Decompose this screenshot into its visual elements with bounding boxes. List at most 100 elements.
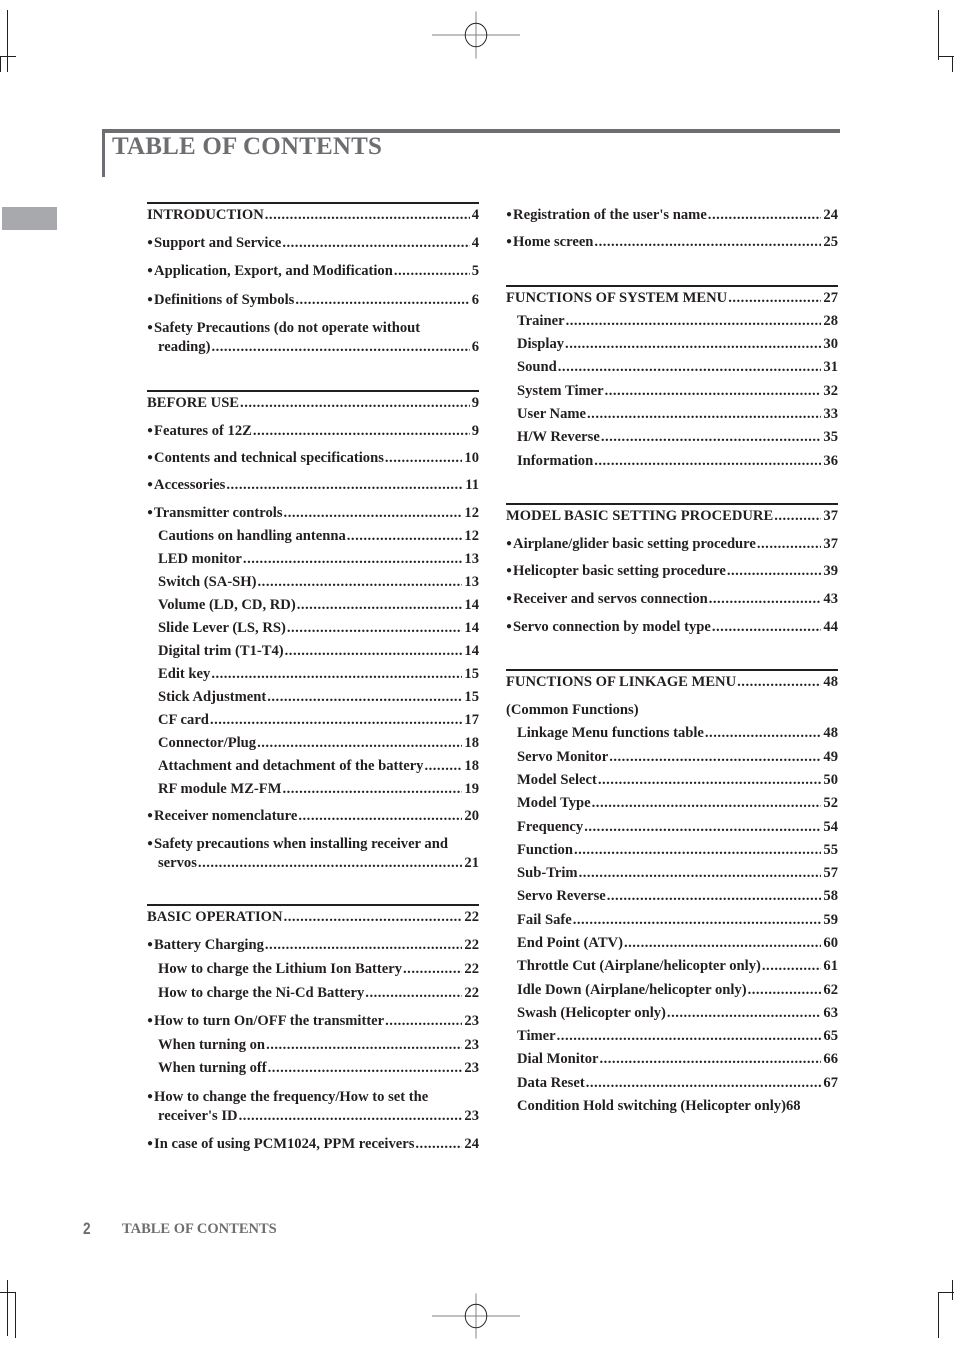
toc-section-heading[interactable]: FUNCTIONS OF SYSTEM MENU 27	[506, 285, 838, 308]
dot-leader	[592, 793, 822, 813]
toc-entry-sub[interactable]: Trainer 28	[506, 311, 838, 331]
toc-entry-sub[interactable]: H/W Reverse 35	[506, 427, 838, 447]
toc-entry-sub[interactable]: Throttle Cut (Airplane/helicopter only) 6…	[506, 956, 838, 976]
toc-entry-sub[interactable]: Model Type 52	[506, 793, 838, 813]
toc-entry-bullet[interactable]: Contents and technical specifications 10	[147, 448, 479, 468]
entry-label: FUNCTIONS OF SYSTEM MENU	[506, 290, 728, 306]
toc-entry-sub[interactable]: Condition Hold switching (Helicopter onl…	[506, 1096, 838, 1116]
toc-entry-bullet[interactable]: Receiver nomenclature 20	[147, 806, 479, 826]
toc-entry-sub[interactable]: Display 30	[506, 334, 838, 354]
toc-entry-sub[interactable]: Sub-Trim 57	[506, 863, 838, 883]
toc-entry-sub[interactable]: Connector/Plug 18	[147, 733, 479, 753]
dot-leader	[253, 421, 470, 441]
toc-entry-sub[interactable]: Attachment and detachment of the battery…	[147, 756, 479, 776]
entry-label: Condition Hold switching (Helicopter onl…	[517, 1098, 786, 1114]
toc-entry-sub[interactable]: System Timer 32	[506, 381, 838, 401]
entry-page-number: 10	[464, 450, 479, 466]
entry-label: Information	[517, 453, 594, 469]
entry-page-number: 31	[823, 359, 838, 375]
entry-label: Trainer	[517, 313, 565, 329]
toc-entry-sub[interactable]: Timer 65	[506, 1026, 838, 1046]
toc-entry-bullet[interactable]: Battery Charging 22	[147, 935, 479, 955]
toc-entry-sub[interactable]: Sound 31	[506, 357, 838, 377]
entry-label: FUNCTIONS OF LINKAGE MENU	[506, 674, 737, 690]
toc-entry-bullet[interactable]: Support and Service 4	[147, 233, 479, 253]
entry-label: Definitions of Symbols	[147, 290, 294, 310]
toc-entry-sub[interactable]: Function 55	[506, 840, 838, 860]
entry-page-number: 21	[464, 855, 479, 871]
toc-entry-bullet[interactable]: Helicopter basic setting procedure 39	[506, 561, 838, 581]
dot-leader	[712, 617, 822, 637]
entry-page-number: 14	[464, 643, 479, 659]
toc-entry-sub[interactable]: Volume (LD, CD, RD) 14	[147, 595, 479, 615]
toc-section-heading[interactable]: FUNCTIONS OF LINKAGE MENU 48	[506, 669, 838, 692]
entry-page-number: 37	[823, 536, 838, 552]
toc-entry-sub[interactable]: Idle Down (Airplane/helicopter only) 62	[506, 980, 838, 1000]
toc-entry-sub[interactable]: RF module MZ-FM 19	[147, 779, 479, 799]
toc-entry-bullet[interactable]: Safety precautions when installing recei…	[147, 834, 479, 873]
toc-entry-bullet[interactable]: Home screen 25	[506, 232, 838, 252]
dot-leader	[424, 756, 462, 776]
toc-entry-sub[interactable]: CF card 17	[147, 710, 479, 730]
toc-entry-sub[interactable]: Servo Monitor 49	[506, 747, 838, 767]
entry-page-number: 18	[464, 735, 479, 751]
entry-page-number: 18	[464, 758, 479, 774]
toc-entry-sub[interactable]: Digital trim (T1-T4) 14	[147, 641, 479, 661]
entry-label: Servo Monitor	[517, 749, 609, 765]
toc-entry-bullet[interactable]: In case of using PCM1024, PPM receivers 2…	[147, 1134, 479, 1154]
dot-leader	[624, 933, 821, 953]
toc-entry-sub[interactable]: Model Select 50	[506, 770, 838, 790]
toc-entry-bullet[interactable]: Safety Precautions (do not operate witho…	[147, 318, 479, 357]
toc-entry-bullet[interactable]: Receiver and servos connection 43	[506, 589, 838, 609]
entry-label: Transmitter controls	[147, 503, 283, 523]
entry-label: Slide Lever (LS, RS)	[158, 620, 286, 636]
toc-entry-bullet[interactable]: Registration of the user's name 24	[506, 205, 838, 225]
toc-entry-sub[interactable]: Frequency 54	[506, 817, 838, 837]
toc-entry-sub[interactable]: Data Reset 67	[506, 1073, 838, 1093]
toc-entry-sub[interactable]: How to charge the Lithium Ion Battery 22	[147, 959, 479, 979]
toc-entry-sub[interactable]: User Name 33	[506, 404, 838, 424]
dot-leader	[566, 311, 822, 331]
toc-entry-sub[interactable]: LED monitor 13	[147, 549, 479, 569]
dot-leader	[565, 334, 821, 354]
toc-entry-sub[interactable]: Dial Monitor 66	[506, 1049, 838, 1069]
toc-entry-sub[interactable]: How to charge the Ni-Cd Battery 22	[147, 983, 479, 1003]
toc-entry-bullet[interactable]: How to turn On/OFF the transmitter 23	[147, 1011, 479, 1031]
toc-entry-sub[interactable]: Fail Safe 59	[506, 910, 838, 930]
toc-entry-sub[interactable]: Switch (SA-SH) 13	[147, 572, 479, 592]
toc-entry-bullet[interactable]: Servo connection by model type 44	[506, 617, 838, 637]
toc-section-heading[interactable]: INTRODUCTION 4	[147, 202, 479, 225]
toc-entry-sub[interactable]: Servo Reverse 58	[506, 886, 838, 906]
entry-label-continued: receiver's ID	[158, 1108, 238, 1124]
toc-entry-sub[interactable]: End Point (ATV) 60	[506, 933, 838, 953]
entry-label: Volume (LD, CD, RD)	[158, 597, 296, 613]
toc-entry-bullet[interactable]: Accessories 11	[147, 475, 479, 495]
toc-entry-sub[interactable]: When turning off 23	[147, 1058, 479, 1078]
entry-label: Receiver nomenclature	[147, 806, 297, 826]
toc-entry-sub[interactable]: Slide Lever (LS, RS) 14	[147, 618, 479, 638]
entry-page-number: 4	[471, 235, 479, 251]
entry-page-number: 28	[823, 313, 838, 329]
toc-entry-sub[interactable]: When turning on 23	[147, 1035, 479, 1055]
entry-label: BASIC OPERATION	[147, 909, 283, 925]
toc-entry-sub[interactable]: Cautions on handling antenna 12	[147, 526, 479, 546]
toc-entry-bullet[interactable]: Airplane/glider basic setting procedure 3…	[506, 534, 838, 554]
entry-page-number: 15	[464, 689, 479, 705]
toc-entry-sub[interactable]: Swash (Helicopter only) 63	[506, 1003, 838, 1023]
entry-label: Linkage Menu functions table	[517, 725, 704, 741]
toc-entry-sub[interactable]: Stick Adjustment 15	[147, 687, 479, 707]
toc-section-heading[interactable]: BASIC OPERATION 22	[147, 904, 479, 927]
entry-label: Connector/Plug	[158, 735, 257, 751]
entry-page-number: 33	[823, 406, 838, 422]
toc-entry-bullet[interactable]: How to change the frequency/How to set t…	[147, 1087, 479, 1126]
toc-entry-bullet[interactable]: Application, Export, and Modification 5	[147, 261, 479, 281]
toc-entry-sub[interactable]: Edit key 15	[147, 664, 479, 684]
toc-entry-sub[interactable]: Information 36	[506, 451, 838, 471]
entry-page-number: 44	[823, 619, 838, 635]
toc-entry-bullet[interactable]: Definitions of Symbols 6	[147, 290, 479, 310]
toc-section-heading[interactable]: MODEL BASIC SETTING PROCEDURE 37	[506, 503, 838, 526]
toc-entry-bullet[interactable]: Features of 12Z 9	[147, 421, 479, 441]
toc-entry-sub[interactable]: Linkage Menu functions table 48	[506, 723, 838, 743]
toc-section-heading[interactable]: BEFORE USE 9	[147, 390, 479, 413]
toc-entry-bullet[interactable]: Transmitter controls 12	[147, 503, 479, 523]
